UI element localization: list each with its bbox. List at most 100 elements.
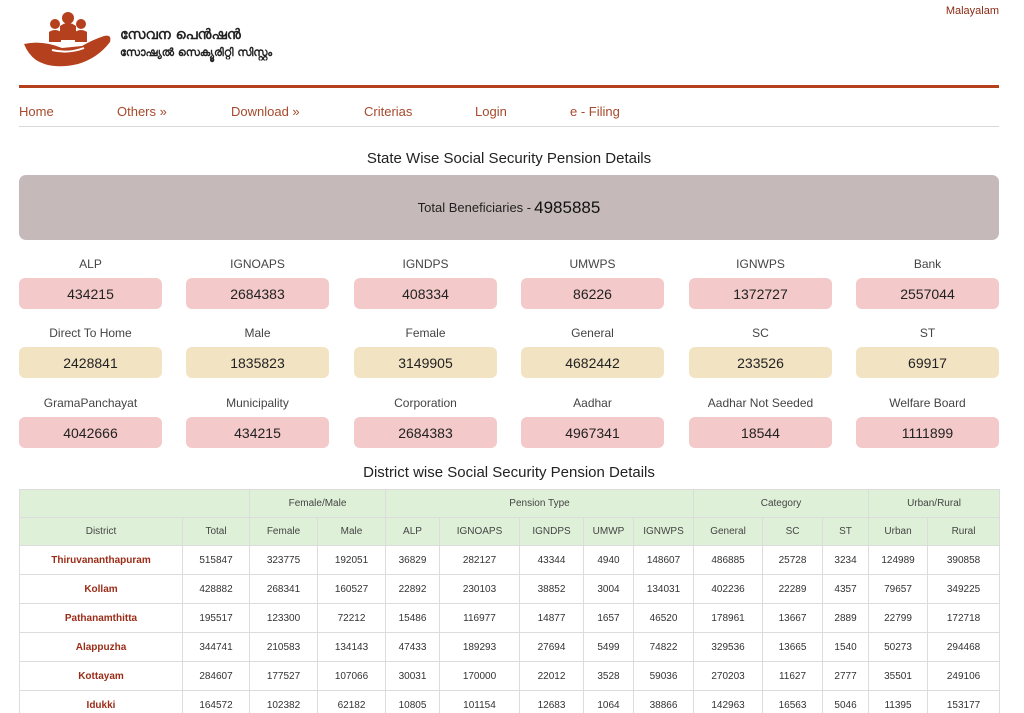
table-cell: 10805: [385, 690, 440, 713]
table-cell: 2889: [822, 603, 870, 633]
district-name-link[interactable]: Pathanamthitta: [19, 603, 183, 633]
table-cell: 72212: [317, 603, 386, 633]
table-cell: 134143: [317, 632, 386, 662]
stat-label: SC: [752, 326, 769, 340]
table-cell: 230103: [439, 574, 520, 604]
table-cell: 13667: [762, 603, 824, 633]
table-cell: 189293: [439, 632, 520, 662]
table-cell: 148607: [632, 545, 695, 575]
stat-value: 4682442: [521, 347, 664, 378]
table-cell: 249106: [927, 661, 1001, 691]
stat-label: Female: [405, 326, 446, 340]
table-cell: 195517: [182, 603, 250, 633]
nav-e-filing[interactable]: e - Filing: [570, 104, 620, 119]
stat-label: IGNWPS: [736, 257, 785, 271]
table-cell: 177527: [249, 661, 318, 691]
table-cell: 1540: [822, 632, 870, 662]
stat-label: GramaPanchayat: [43, 396, 138, 410]
stat-label: General: [571, 326, 614, 340]
stat-value: 3149905: [354, 347, 497, 378]
district-name-link[interactable]: Thiruvananthapuram: [19, 545, 183, 575]
nav-login[interactable]: Login: [475, 104, 507, 119]
nav-home[interactable]: Home: [19, 104, 54, 119]
table-cell: 294468: [927, 632, 1001, 662]
stat-general: General 4682442: [521, 326, 664, 378]
stat-value: 2557044: [856, 278, 999, 309]
table-cell: 50273: [868, 632, 929, 662]
stat-ignoaps: IGNOAPS 2684383: [186, 257, 329, 309]
stat-alp: ALP 434215: [19, 257, 162, 309]
table-cell: 153177: [927, 690, 1001, 713]
district-name-link[interactable]: Kottayam: [19, 661, 183, 691]
table-cell: 428882: [182, 574, 250, 604]
nav-others[interactable]: Others »: [117, 104, 167, 119]
column-header: Urban: [868, 517, 929, 546]
table-cell: 102382: [249, 690, 318, 713]
table-cell: 5499: [583, 632, 634, 662]
stat-value: 233526: [689, 347, 832, 378]
column-header: General: [693, 517, 764, 546]
column-header: Total: [182, 517, 250, 546]
table-cell: 210583: [249, 632, 318, 662]
table-cell: 1064: [583, 690, 634, 713]
stat-value: 1372727: [689, 278, 832, 309]
table-cell: 79657: [868, 574, 929, 604]
table-cell: 62182: [317, 690, 386, 713]
column-header: ST: [822, 517, 870, 546]
nav-criterias[interactable]: Criterias: [364, 104, 412, 119]
table-cell: 22012: [519, 661, 584, 691]
table-cell: 15486: [385, 603, 440, 633]
table-cell: 329536: [693, 632, 764, 662]
stat-label: Bank: [913, 257, 942, 271]
group-header-category: Category: [693, 489, 870, 518]
table-cell: 402236: [693, 574, 764, 604]
district-name-link[interactable]: Kollam: [19, 574, 183, 604]
stat-bank: Bank 2557044: [856, 257, 999, 309]
group-header-pension-type: Pension Type: [384, 489, 695, 518]
stat-direct-to-home: Direct To Home 2428841: [19, 326, 162, 378]
stat-label: Corporation: [394, 396, 457, 410]
table-cell: 142963: [693, 690, 764, 713]
stat-male: Male 1835823: [186, 326, 329, 378]
table-cell: 4940: [583, 545, 634, 575]
stat-umwps: UMWPS 86226: [521, 257, 664, 309]
table-cell: 390858: [927, 545, 1001, 575]
table-cell: 101154: [439, 690, 520, 713]
district-name-link[interactable]: Alappuzha: [19, 632, 183, 662]
table-cell: 349225: [927, 574, 1001, 604]
table-cell: 178961: [693, 603, 764, 633]
stat-value: 69917: [856, 347, 999, 378]
nav-download[interactable]: Download »: [231, 104, 300, 119]
table-cell: 134031: [632, 574, 695, 604]
table-cell: 4357: [822, 574, 870, 604]
column-header: Male: [317, 517, 386, 546]
table-cell: 22289: [762, 574, 824, 604]
stat-label: Welfare Board: [889, 396, 966, 410]
table-cell: 1657: [583, 603, 634, 633]
table-cell: 59036: [632, 661, 695, 691]
language-link[interactable]: Malayalam: [946, 5, 999, 17]
column-header: SC: [762, 517, 824, 546]
table-cell: 116977: [439, 603, 520, 633]
logo-icon[interactable]: [22, 10, 114, 72]
table-cell: 282127: [439, 545, 520, 575]
group-header-urban-rural: Urban/Rural: [868, 489, 1001, 518]
table-cell: 123300: [249, 603, 318, 633]
stat-value: 4967341: [521, 417, 664, 448]
stat-value: 434215: [19, 278, 162, 309]
district-table: Female/Male Pension Type Category Urban/…: [19, 489, 1001, 713]
stat-gramapanchayat: GramaPanchayat 4042666: [19, 396, 162, 448]
column-header: UMWP: [583, 517, 634, 546]
stat-label: UMWPS: [569, 257, 616, 271]
table-cell: 46520: [632, 603, 695, 633]
stat-value: 1835823: [186, 347, 329, 378]
stat-label: Municipality: [226, 396, 289, 410]
table-cell: 38866: [632, 690, 695, 713]
table-cell: 268341: [249, 574, 318, 604]
stat-value: 86226: [521, 278, 664, 309]
column-header: ALP: [385, 517, 440, 546]
district-name-link[interactable]: Idukki: [19, 690, 183, 713]
table-cell: 35501: [868, 661, 929, 691]
table-cell: 12683: [519, 690, 584, 713]
stat-label: Direct To Home: [49, 326, 132, 340]
